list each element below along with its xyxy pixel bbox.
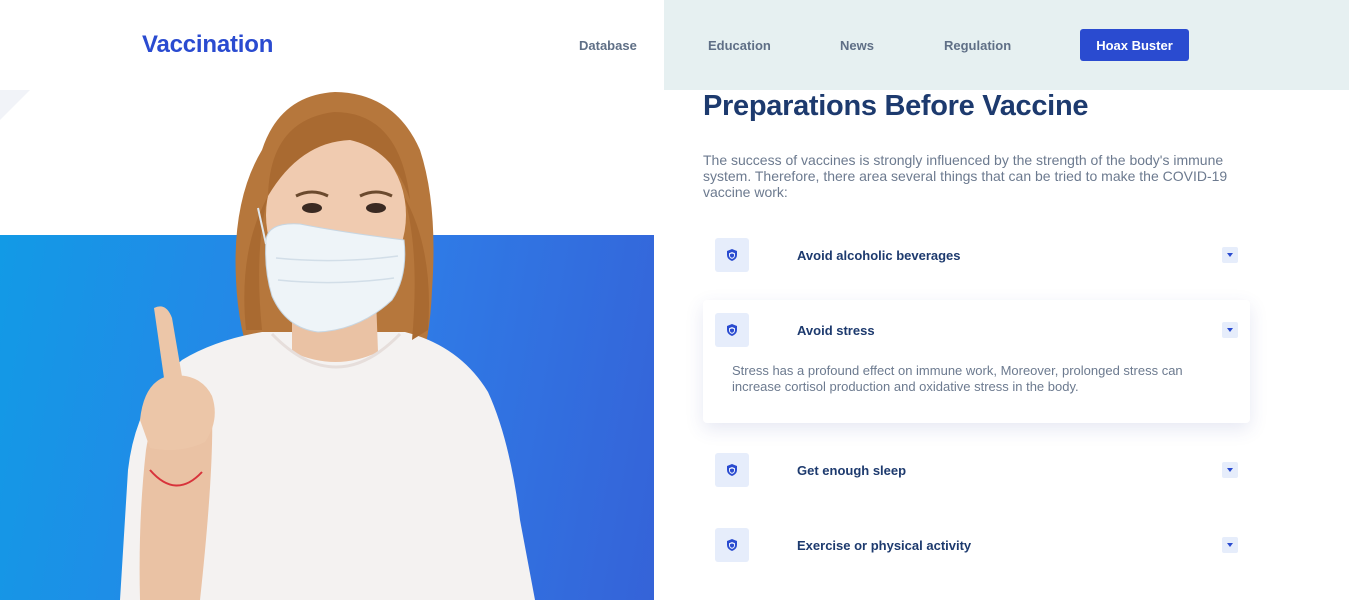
shield-icon — [715, 313, 749, 347]
shield-icon — [715, 528, 749, 562]
hero-image-woman-with-mask — [120, 92, 535, 600]
chevron-down-icon[interactable] — [1222, 247, 1238, 263]
nav-database[interactable]: Database — [579, 38, 637, 53]
accordion-label: Avoid alcoholic beverages — [797, 248, 961, 263]
nav-news[interactable]: News — [840, 38, 874, 53]
accordion-body: Stress has a profound effect on immune w… — [732, 363, 1183, 394]
accordion-item-exercise[interactable]: Exercise or physical activity — [703, 528, 1250, 562]
accordion-label: Exercise or physical activity — [797, 538, 972, 553]
nav-regulation[interactable]: Regulation — [944, 38, 1011, 53]
accordion-item-stress[interactable]: Avoid stress Stress has a profound effec… — [703, 300, 1250, 423]
accordion-label: Avoid stress — [797, 323, 875, 338]
chevron-down-icon[interactable] — [1222, 322, 1238, 338]
shield-icon — [715, 238, 749, 272]
shield-icon — [715, 453, 749, 487]
accordion-item-alcohol[interactable]: Avoid alcoholic beverages — [703, 238, 1250, 272]
intro-text: The success of vaccines is strongly infl… — [703, 152, 1228, 200]
accordion-item-sleep[interactable]: Get enough sleep — [703, 453, 1250, 487]
accordion-label: Get enough sleep — [797, 463, 907, 478]
chevron-down-icon[interactable] — [1222, 537, 1238, 553]
chevron-down-icon[interactable] — [1222, 462, 1238, 478]
nav-education[interactable]: Education — [708, 38, 771, 53]
logo[interactable]: Vaccination — [142, 31, 273, 59]
page-title: Preparations Before Vaccine — [703, 90, 1089, 122]
hoax-buster-button[interactable]: Hoax Buster — [1080, 29, 1189, 61]
